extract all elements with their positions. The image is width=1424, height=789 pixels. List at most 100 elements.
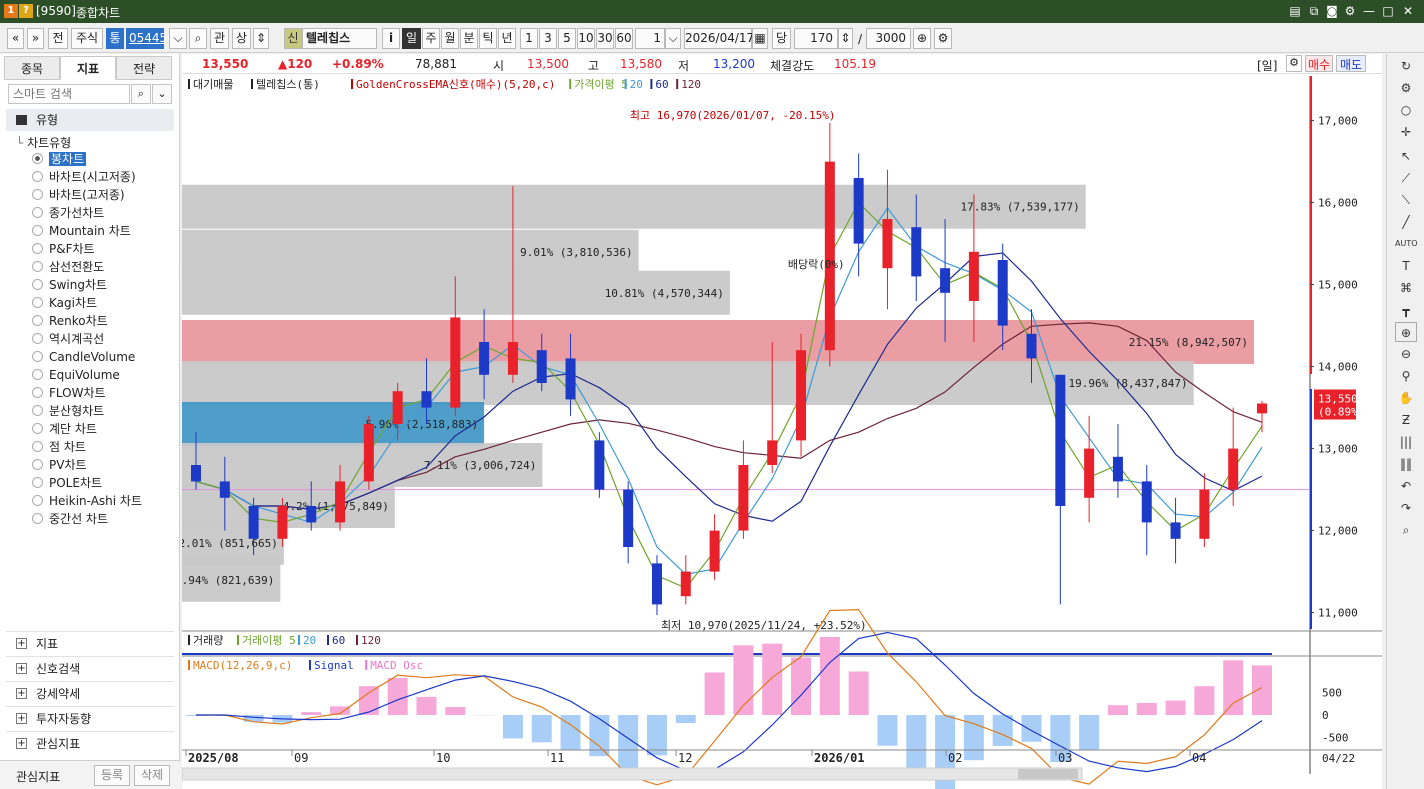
chart-type-item[interactable]: PV차트 <box>32 457 87 474</box>
register-button[interactable]: 등록 <box>94 765 130 786</box>
interval-10[interactable]: 10 <box>577 28 595 49</box>
radio-icon[interactable] <box>32 477 43 488</box>
zigzag-icon[interactable]: Ƶ <box>1395 410 1417 430</box>
trendline-down-icon[interactable]: ⟍ <box>1395 190 1417 210</box>
section-indicator[interactable]: + 지표 <box>6 631 174 655</box>
tab-strategy[interactable]: 전략 <box>116 56 172 80</box>
smart-search-input[interactable] <box>8 84 130 104</box>
chart-settings-icon[interactable]: ⚙ <box>1286 55 1302 72</box>
chart-type-item[interactable]: 분산형차트 <box>32 403 104 420</box>
search-icon[interactable]: ⌕ <box>131 84 151 104</box>
bars-input[interactable]: 170 <box>794 28 838 49</box>
chart-type-item[interactable]: P&F차트 <box>32 241 95 258</box>
section-investor-trend[interactable]: + 투자자동향 <box>6 706 174 730</box>
gear-icon[interactable]: ⚙ <box>1395 78 1417 98</box>
radio-icon[interactable] <box>32 351 43 362</box>
hand-icon[interactable]: ✋ <box>1395 388 1417 408</box>
dropdown-chevron-icon[interactable]: » <box>27 28 44 49</box>
find-icon[interactable]: ⌕ <box>1395 520 1417 540</box>
full-button[interactable]: 전 <box>48 28 68 49</box>
sell-button[interactable]: 매도 <box>1336 55 1366 72</box>
period-year-tab[interactable]: 년 <box>498 28 516 49</box>
text-icon[interactable]: T <box>1395 256 1417 276</box>
radio-icon[interactable] <box>32 315 43 326</box>
pattern-icon[interactable]: ⌘ <box>1395 278 1417 298</box>
interval-30[interactable]: 30 <box>596 28 614 49</box>
chart-canvas[interactable]: 17.83% (7,539,177) 9.01% (3,810,536) 10.81… <box>182 74 1382 789</box>
chart-type-item[interactable]: Heikin-Ashi 차트 <box>32 493 142 510</box>
radio-icon[interactable] <box>32 279 43 290</box>
chart-type-item[interactable]: 봉차트 <box>32 151 87 168</box>
expand-chevron-icon[interactable]: ⌄ <box>152 84 172 104</box>
section-strength[interactable]: + 강세약세 <box>6 681 174 705</box>
radio-icon[interactable] <box>32 423 43 434</box>
interval-5[interactable]: 5 <box>558 28 576 49</box>
window-number-badge[interactable]: 1 <box>4 4 18 18</box>
radio-icon[interactable] <box>32 459 43 470</box>
camera-icon[interactable]: ◙ <box>1324 3 1340 19</box>
chart-type-item[interactable]: 삼선전환도 <box>32 259 104 276</box>
zoom-in-icon[interactable]: ⊕ <box>1395 322 1417 342</box>
calendar-icon[interactable]: ▦ <box>752 28 768 49</box>
chart-type-item[interactable]: CandleVolume <box>32 349 135 366</box>
chart-type-item[interactable]: 바차트(시고저종) <box>32 169 136 186</box>
scrollbar-thumb[interactable] <box>1018 769 1078 779</box>
radio-icon[interactable] <box>32 189 43 200</box>
settings-icon[interactable]: ⚙ <box>1342 3 1358 19</box>
radio-icon[interactable] <box>32 441 43 452</box>
redo-icon[interactable]: ↷ <box>1395 498 1417 518</box>
chart-type-item[interactable]: 바차트(고저종) <box>32 187 125 204</box>
chart-type-item[interactable]: 점 차트 <box>32 439 86 456</box>
radio-icon[interactable] <box>32 405 43 416</box>
interval-60[interactable]: 60 <box>615 28 633 49</box>
circle-icon[interactable]: ○ <box>1395 100 1417 120</box>
period-week-tab[interactable]: 주 <box>422 28 440 49</box>
help-badge[interactable]: ? <box>19 4 33 18</box>
max-bars-input[interactable]: 3000 <box>866 28 911 49</box>
chart-type-item[interactable]: 역시계곡선 <box>32 331 104 348</box>
buy-button[interactable]: 매수 <box>1305 55 1333 72</box>
close-icon[interactable]: ✕ <box>1400 3 1416 19</box>
candle-icon[interactable]: ┳ <box>1395 300 1417 320</box>
period-minute-tab[interactable]: 분 <box>460 28 478 49</box>
radio-icon[interactable] <box>32 369 43 380</box>
line-icon[interactable]: ╱ <box>1395 212 1417 232</box>
grid-lines-icon[interactable]: ||| <box>1395 432 1417 452</box>
sang-button[interactable]: 상 <box>232 28 251 49</box>
stepper-icon[interactable]: ⇕ <box>253 28 269 49</box>
count-input[interactable]: 1 <box>635 28 665 49</box>
section-favorite-indicator[interactable]: + 관심지표 <box>6 731 174 755</box>
radio-icon[interactable] <box>32 495 43 506</box>
radio-icon[interactable] <box>32 513 43 524</box>
radio-icon[interactable] <box>32 207 43 218</box>
code-dropdown-icon[interactable]: ⌵ <box>169 28 187 49</box>
scrollbar-track[interactable] <box>182 767 1083 781</box>
layout-icon[interactable]: ▤ <box>1287 3 1303 19</box>
mode-toggle[interactable]: 통 <box>106 28 124 49</box>
bars-icon[interactable]: ‖‖ <box>1395 454 1417 474</box>
radio-icon[interactable] <box>32 171 43 182</box>
chart-type-subheader[interactable]: └ 차트유형 <box>16 134 71 151</box>
section-signal-search[interactable]: + 신호검색 <box>6 656 174 680</box>
market-select[interactable]: 주식 <box>71 28 103 49</box>
period-day-tab[interactable]: 일 <box>402 28 421 49</box>
chart-type-item[interactable]: POLE차트 <box>32 475 102 492</box>
info-button[interactable]: i <box>382 28 400 49</box>
trendline-up-icon[interactable]: ⟋ <box>1395 168 1417 188</box>
date-input[interactable]: 2026/04/17 <box>684 28 754 49</box>
interval-3[interactable]: 3 <box>539 28 557 49</box>
chart-type-item[interactable]: Mountain 차트 <box>32 223 131 240</box>
chart-type-item[interactable]: FLOW차트 <box>32 385 106 402</box>
chart-type-item[interactable]: 계단 차트 <box>32 421 97 438</box>
chart-type-item[interactable]: 중간선 차트 <box>32 511 108 528</box>
refresh-icon[interactable]: ↻ <box>1395 56 1417 76</box>
chart-type-item[interactable]: Kagi차트 <box>32 295 97 312</box>
period-tick-tab[interactable]: 틱 <box>479 28 497 49</box>
chart-type-item[interactable]: Swing차트 <box>32 277 107 294</box>
delete-button[interactable]: 삭제 <box>134 765 170 786</box>
chart-area[interactable]: 13,550 ▲120 +0.89% 78,881 시 13,500 고 13,… <box>182 54 1382 789</box>
tab-stock[interactable]: 종목 <box>4 56 60 80</box>
tab-indicator[interactable]: 지표 <box>60 56 116 80</box>
magnet-icon[interactable]: ⚲ <box>1395 366 1417 386</box>
radio-icon[interactable] <box>32 243 43 254</box>
